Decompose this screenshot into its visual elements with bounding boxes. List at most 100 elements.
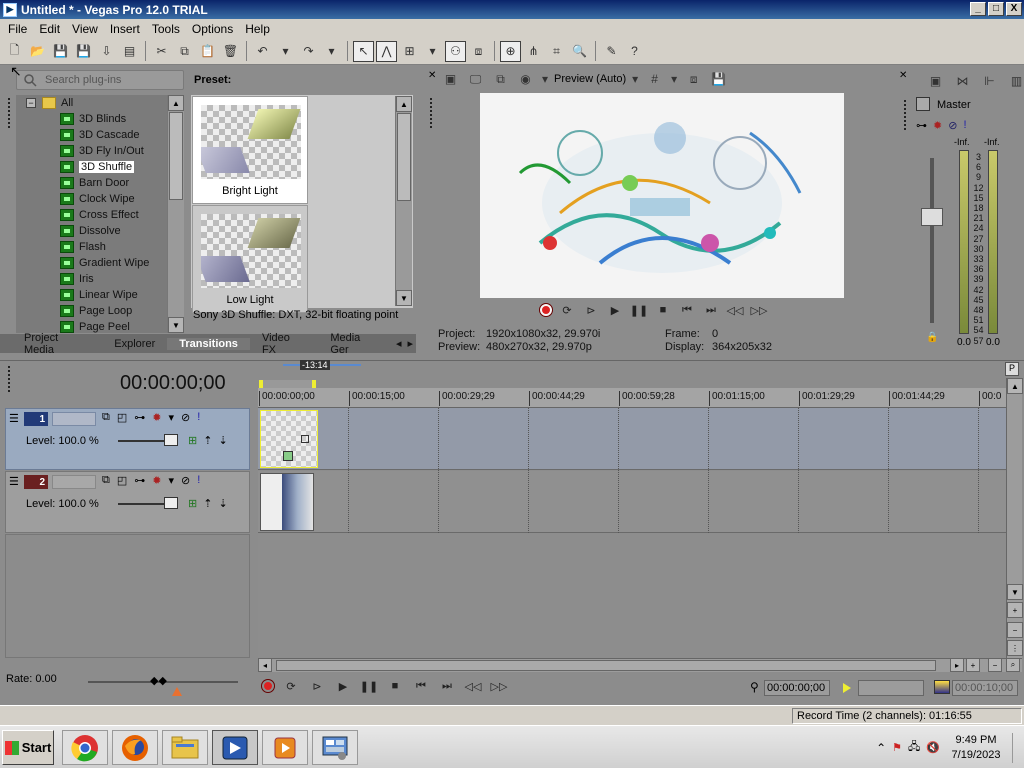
open-icon[interactable]: 📂	[27, 41, 48, 62]
loop-playback-icon[interactable]: ⟳	[282, 678, 300, 694]
mute-icon[interactable]: ⊘	[181, 474, 190, 487]
panel-grip[interactable]	[8, 98, 12, 128]
compositing-mode-icon[interactable]: ⧉	[102, 411, 110, 424]
go-to-end-icon[interactable]: ⏭	[702, 302, 720, 318]
tab-media-generators[interactable]: Media Ger	[318, 332, 393, 356]
menu-options[interactable]: Options	[186, 22, 239, 36]
panel-grip[interactable]	[430, 98, 434, 128]
go-to-start-icon[interactable]: ⏮	[412, 678, 430, 694]
record-button[interactable]	[262, 680, 274, 692]
tree-item[interactable]: Cross Effect	[16, 207, 184, 223]
go-to-end-icon[interactable]: ⏭	[438, 678, 456, 694]
menu-view[interactable]: View	[66, 22, 104, 36]
make-parent-icon[interactable]: ⇡	[203, 434, 212, 447]
track-name-input[interactable]	[52, 412, 96, 426]
master-fader[interactable]	[921, 208, 943, 226]
preset-low-light[interactable]: Low Light	[192, 205, 308, 313]
save-icon[interactable]: 💾	[50, 41, 71, 62]
ignore-grouping-icon[interactable]: ⧈	[468, 41, 489, 62]
insert-fx-icon[interactable]: ⊶	[916, 119, 927, 132]
tree-item[interactable]: Clock Wipe	[16, 191, 184, 207]
auto-ripple-dropdown-icon[interactable]: ▾	[422, 41, 443, 62]
loop-playback-icon[interactable]: ⟳	[558, 302, 576, 318]
scroll-thumb[interactable]	[397, 113, 411, 201]
scroll-up-icon[interactable]: ▲	[1007, 378, 1023, 394]
horizontal-scrollbar[interactable]: ◂ ▸ + − ⌕	[258, 658, 1022, 672]
track-lanes[interactable]: ⊕	[258, 408, 1006, 658]
track-minimize-icon[interactable]: ☰	[9, 412, 19, 425]
track-fx-icon[interactable]: ✹	[152, 411, 161, 424]
overlays-icon[interactable]: ◉	[515, 69, 536, 90]
save-snapshot-icon[interactable]: 💾	[708, 69, 729, 90]
preview-properties-icon[interactable]: ▣	[440, 69, 461, 90]
vertical-zoom-icon[interactable]: ⋮	[1007, 640, 1023, 656]
copy-icon[interactable]: ⧉	[174, 41, 195, 62]
properties-icon[interactable]: ▤	[119, 41, 140, 62]
save-as-icon[interactable]: 💾	[73, 41, 94, 62]
redo-dropdown-icon[interactable]: ▾	[321, 41, 342, 62]
mute-icon[interactable]: ⊘	[181, 411, 190, 424]
selection-start-field[interactable]	[858, 680, 924, 696]
track-fx-dropdown-icon[interactable]: ▾	[168, 474, 174, 487]
tree-item[interactable]: Barn Door	[16, 175, 184, 191]
network-icon[interactable]: 🖧	[908, 738, 920, 757]
envelope-tool-icon[interactable]: ⋀	[376, 40, 397, 62]
maximize-button[interactable]: □	[988, 2, 1004, 16]
make-child-icon[interactable]: ⇣	[218, 497, 227, 510]
make-compositing-child-icon[interactable]: ◰	[117, 411, 127, 424]
track-motion-icon[interactable]: ⊶	[134, 474, 145, 487]
scroll-down-icon[interactable]: ▼	[1007, 584, 1023, 600]
new-icon[interactable]: 🗋	[4, 41, 25, 62]
tree-item[interactable]: 3D Fly In/Out	[16, 143, 184, 159]
taskbar-explorer[interactable]	[162, 730, 208, 765]
auto-ripple-icon[interactable]: ⊞	[399, 41, 420, 62]
selection-length-field[interactable]: 00:00:10;00	[952, 680, 1018, 696]
next-frame-icon[interactable]: ▷▷	[750, 302, 768, 318]
menu-tools[interactable]: Tools	[146, 22, 186, 36]
zoom-tool-icon[interactable]: ⌕	[1006, 658, 1020, 672]
track-fx-icon[interactable]: ✹	[152, 474, 161, 487]
start-button[interactable]: Start	[2, 730, 54, 765]
pause-icon[interactable]: ❚❚	[360, 678, 378, 694]
minimize-button[interactable]: _	[970, 2, 986, 16]
tab-transitions[interactable]: Transitions	[167, 337, 250, 350]
video-track-header-1[interactable]: ☰ 1 ⧉ ◰ ⊶ ✹ ▾ ⊘ ! Level: 100.0 % ⊞ ⇡ ⇣	[5, 408, 250, 470]
show-desktop-button[interactable]	[1012, 732, 1020, 763]
taskbar-firefox[interactable]	[112, 730, 158, 765]
redo-icon[interactable]: ↷	[298, 41, 319, 62]
next-frame-icon[interactable]: ▷▷	[490, 678, 508, 694]
track-name-input[interactable]	[52, 475, 96, 489]
preview-quality-dropdown-icon[interactable]: ▾	[630, 69, 640, 90]
scroll-down-icon[interactable]: ▼	[396, 290, 412, 306]
track-lane-2[interactable]	[258, 471, 1006, 533]
snapping-icon[interactable]: ⊕	[500, 40, 521, 62]
video-track-header-2[interactable]: ☰ 2 ⧉ ◰ ⊶ ✹ ▾ ⊘ ! Level: 100.0 % ⊞ ⇡ ⇣	[5, 471, 250, 533]
zoom-tool-icon[interactable]: 🔍	[569, 41, 590, 62]
scroll-left-icon[interactable]: ◂	[258, 658, 272, 672]
menu-help[interactable]: Help	[239, 22, 276, 36]
mute-icon[interactable]: ⊘	[948, 119, 957, 132]
preview-quality-dropdown[interactable]: Preview (Auto)	[554, 73, 626, 85]
pause-icon[interactable]: ❚❚	[630, 302, 648, 318]
tree-item[interactable]: Flash	[16, 239, 184, 255]
mixer-properties-icon[interactable]: ▣	[925, 70, 946, 91]
track-lane-1[interactable]	[258, 408, 1006, 470]
rate-slider[interactable]: ◆◆	[150, 674, 167, 687]
split-screen-icon[interactable]: ⧉	[490, 69, 511, 90]
lock-envelopes-icon[interactable]: ⚇	[445, 40, 466, 62]
tree-item[interactable]: Gradient Wipe	[16, 255, 184, 271]
menu-insert[interactable]: Insert	[104, 22, 146, 36]
zoom-in-vertical-icon[interactable]: +	[1007, 602, 1023, 618]
tab-scroll-left-icon[interactable]: ◂	[393, 337, 405, 350]
parent-overlay-icon[interactable]: ⊞	[188, 497, 197, 510]
normal-edit-tool-icon[interactable]: ↖	[353, 40, 374, 62]
close-panel-icon[interactable]: ✕	[428, 70, 436, 81]
close-mixer-icon[interactable]: ✕	[899, 70, 907, 81]
play-icon[interactable]: ▶	[606, 302, 624, 318]
scroll-down-icon[interactable]: ▼	[168, 317, 184, 333]
undo-dropdown-icon[interactable]: ▾	[275, 41, 296, 62]
copy-snapshot-icon[interactable]: ⧈	[683, 69, 704, 90]
scroll-thumb[interactable]	[169, 112, 183, 200]
track-motion-icon[interactable]: ⊶	[134, 411, 145, 424]
close-button[interactable]: X	[1006, 2, 1022, 16]
